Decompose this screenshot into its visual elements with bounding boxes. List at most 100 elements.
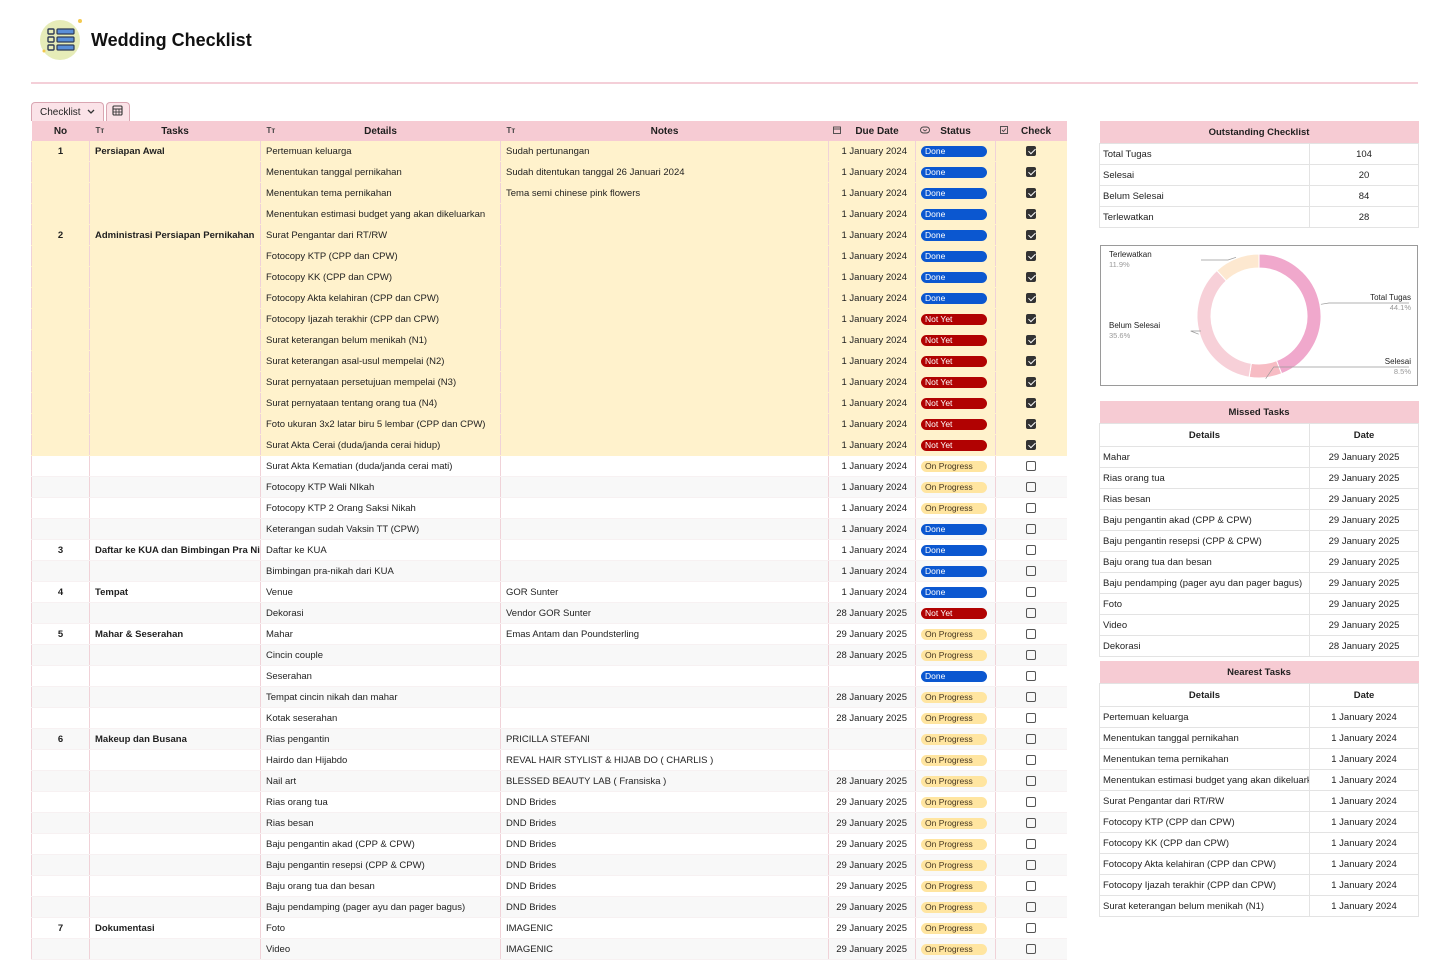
cell-notes[interactable]: GOR Sunter (500, 581, 829, 603)
table-row[interactable]: Dekorasi Vendor GOR Sunter 28 January 2025… (31, 602, 1067, 624)
unchecked-checkbox-icon[interactable] (1026, 775, 1037, 786)
cell-due-date[interactable]: 28 January 2025 (828, 644, 916, 666)
cell-notes[interactable]: Tema semi chinese pink flowers (500, 182, 829, 204)
cell-no[interactable] (31, 875, 90, 897)
cell-notes[interactable] (500, 287, 829, 309)
cell-no[interactable] (31, 896, 90, 918)
cell-no[interactable] (31, 434, 90, 456)
checked-checkbox-icon[interactable] (1026, 229, 1037, 240)
cell-due-date[interactable]: 29 January 2025 (828, 854, 916, 876)
cell-status[interactable]: Not Yet (915, 413, 996, 435)
table-row[interactable]: 6 Makeup dan Busana Rias pengantin PRICILLA… (31, 728, 1067, 750)
cell-due-date[interactable]: 1 January 2024 (828, 141, 916, 162)
col-header-due-date[interactable]: Due Date (828, 121, 916, 141)
cell-notes[interactable] (500, 665, 829, 687)
cell-task[interactable]: Tempat (89, 581, 261, 603)
unchecked-checkbox-icon[interactable] (1026, 859, 1037, 870)
cell-due-date[interactable]: 1 January 2024 (828, 224, 916, 246)
cell-task[interactable] (89, 749, 261, 771)
cell-no[interactable] (31, 602, 90, 624)
cell-due-date[interactable]: 1 January 2024 (828, 518, 916, 540)
status-chip[interactable]: Done (921, 166, 987, 178)
cell-detail[interactable]: Hairdo dan Hijabdo (260, 749, 501, 771)
cell-detail[interactable]: Seserahan (260, 665, 501, 687)
checked-checkbox-icon[interactable] (1026, 376, 1037, 387)
cell-due-date[interactable]: 1 January 2024 (828, 581, 916, 603)
cell-notes[interactable]: DND Brides (500, 791, 829, 813)
cell-detail[interactable]: Nail art (260, 770, 501, 792)
cell-status[interactable]: Done (915, 560, 996, 582)
cell-status[interactable]: Done (915, 245, 996, 267)
cell-status[interactable]: On Progress (915, 686, 996, 708)
cell-check[interactable] (995, 560, 1067, 582)
cell-no[interactable] (31, 854, 90, 876)
cell-no[interactable] (31, 497, 90, 519)
cell-task[interactable] (89, 686, 261, 708)
cell-due-date[interactable]: 29 January 2025 (828, 896, 916, 918)
cell-status[interactable]: Not Yet (915, 371, 996, 393)
cell-status[interactable]: Not Yet (915, 434, 996, 456)
status-chip[interactable]: On Progress (921, 922, 987, 934)
checked-checkbox-icon[interactable] (1026, 145, 1037, 156)
status-chip[interactable]: Not Yet (921, 397, 987, 409)
cell-status[interactable]: Done (915, 224, 996, 246)
checked-checkbox-icon[interactable] (1026, 187, 1037, 198)
cell-due-date[interactable]: 1 January 2024 (828, 392, 916, 414)
cell-detail[interactable]: Baju orang tua dan besan (260, 875, 501, 897)
cell-detail[interactable]: Surat Pengantar dari RT/RW (260, 224, 501, 246)
table-row[interactable]: Surat keterangan belum menikah (N1) 1 Jan… (31, 329, 1067, 351)
cell-no[interactable] (31, 938, 90, 960)
status-chip[interactable]: On Progress (921, 880, 987, 892)
cell-no[interactable] (31, 350, 90, 372)
cell-notes[interactable] (500, 371, 829, 393)
cell-check[interactable] (995, 308, 1067, 330)
table-row[interactable]: Kotak seserahan 28 January 2025 On Progres… (31, 707, 1067, 729)
cell-status[interactable]: On Progress (915, 455, 996, 477)
cell-notes[interactable] (500, 560, 829, 582)
cell-notes[interactable]: BLESSED BEAUTY LAB ( Fransiska ) (500, 770, 829, 792)
cell-task[interactable]: Persiapan Awal (89, 141, 261, 162)
status-chip[interactable]: On Progress (921, 796, 987, 808)
cell-notes[interactable]: REVAL HAIR STYLIST & HIJAB DO ( CHARLIS … (500, 749, 829, 771)
cell-no[interactable] (31, 245, 90, 267)
cell-check[interactable] (995, 728, 1067, 750)
cell-task[interactable]: Administrasi Persiapan Pernikahan (89, 224, 261, 246)
cell-check[interactable] (995, 392, 1067, 414)
cell-status[interactable]: On Progress (915, 728, 996, 750)
cell-detail[interactable]: Rias besan (260, 812, 501, 834)
cell-task[interactable] (89, 833, 261, 855)
cell-status[interactable]: Done (915, 182, 996, 204)
cell-check[interactable] (995, 749, 1067, 771)
table-row[interactable]: Menentukan estimasi budget yang akan dik… (31, 203, 1067, 225)
cell-due-date[interactable]: 29 January 2025 (828, 623, 916, 645)
status-chip[interactable]: On Progress (921, 481, 987, 493)
cell-no[interactable]: 7 (31, 917, 90, 939)
cell-no[interactable] (31, 749, 90, 771)
cell-check[interactable] (995, 518, 1067, 540)
status-chip[interactable]: Done (921, 670, 987, 682)
col-header-status[interactable]: Status (915, 121, 996, 141)
table-row[interactable]: Fotocopy KTP 2 Orang Saksi Nikah 1 Januar… (31, 497, 1067, 519)
table-row[interactable]: Bimbingan pra-nikah dari KUA 1 January 20… (31, 560, 1067, 582)
status-chip[interactable]: On Progress (921, 838, 987, 850)
cell-task[interactable] (89, 644, 261, 666)
cell-notes[interactable] (500, 413, 829, 435)
cell-no[interactable]: 3 (31, 539, 90, 561)
cell-status[interactable]: Done (915, 518, 996, 540)
cell-detail[interactable]: Fotocopy KTP Wali NIkah (260, 476, 501, 498)
status-chip[interactable]: Done (921, 145, 987, 157)
cell-status[interactable]: Done (915, 665, 996, 687)
unchecked-checkbox-icon[interactable] (1026, 901, 1037, 912)
cell-task[interactable] (89, 182, 261, 204)
cell-check[interactable] (995, 833, 1067, 855)
status-chip[interactable]: Done (921, 565, 987, 577)
cell-due-date[interactable]: 1 January 2024 (828, 455, 916, 477)
cell-no[interactable] (31, 392, 90, 414)
cell-due-date[interactable]: 1 January 2024 (828, 182, 916, 204)
cell-detail[interactable]: Baju pendamping (pager ayu dan pager bag… (260, 896, 501, 918)
cell-task[interactable]: Dokumentasi (89, 917, 261, 939)
cell-no[interactable] (31, 665, 90, 687)
cell-notes[interactable] (500, 434, 829, 456)
cell-notes[interactable]: IMAGENIC (500, 938, 829, 960)
table-row[interactable]: 1 Persiapan Awal Pertemuan keluarga Sudah p… (31, 141, 1067, 162)
